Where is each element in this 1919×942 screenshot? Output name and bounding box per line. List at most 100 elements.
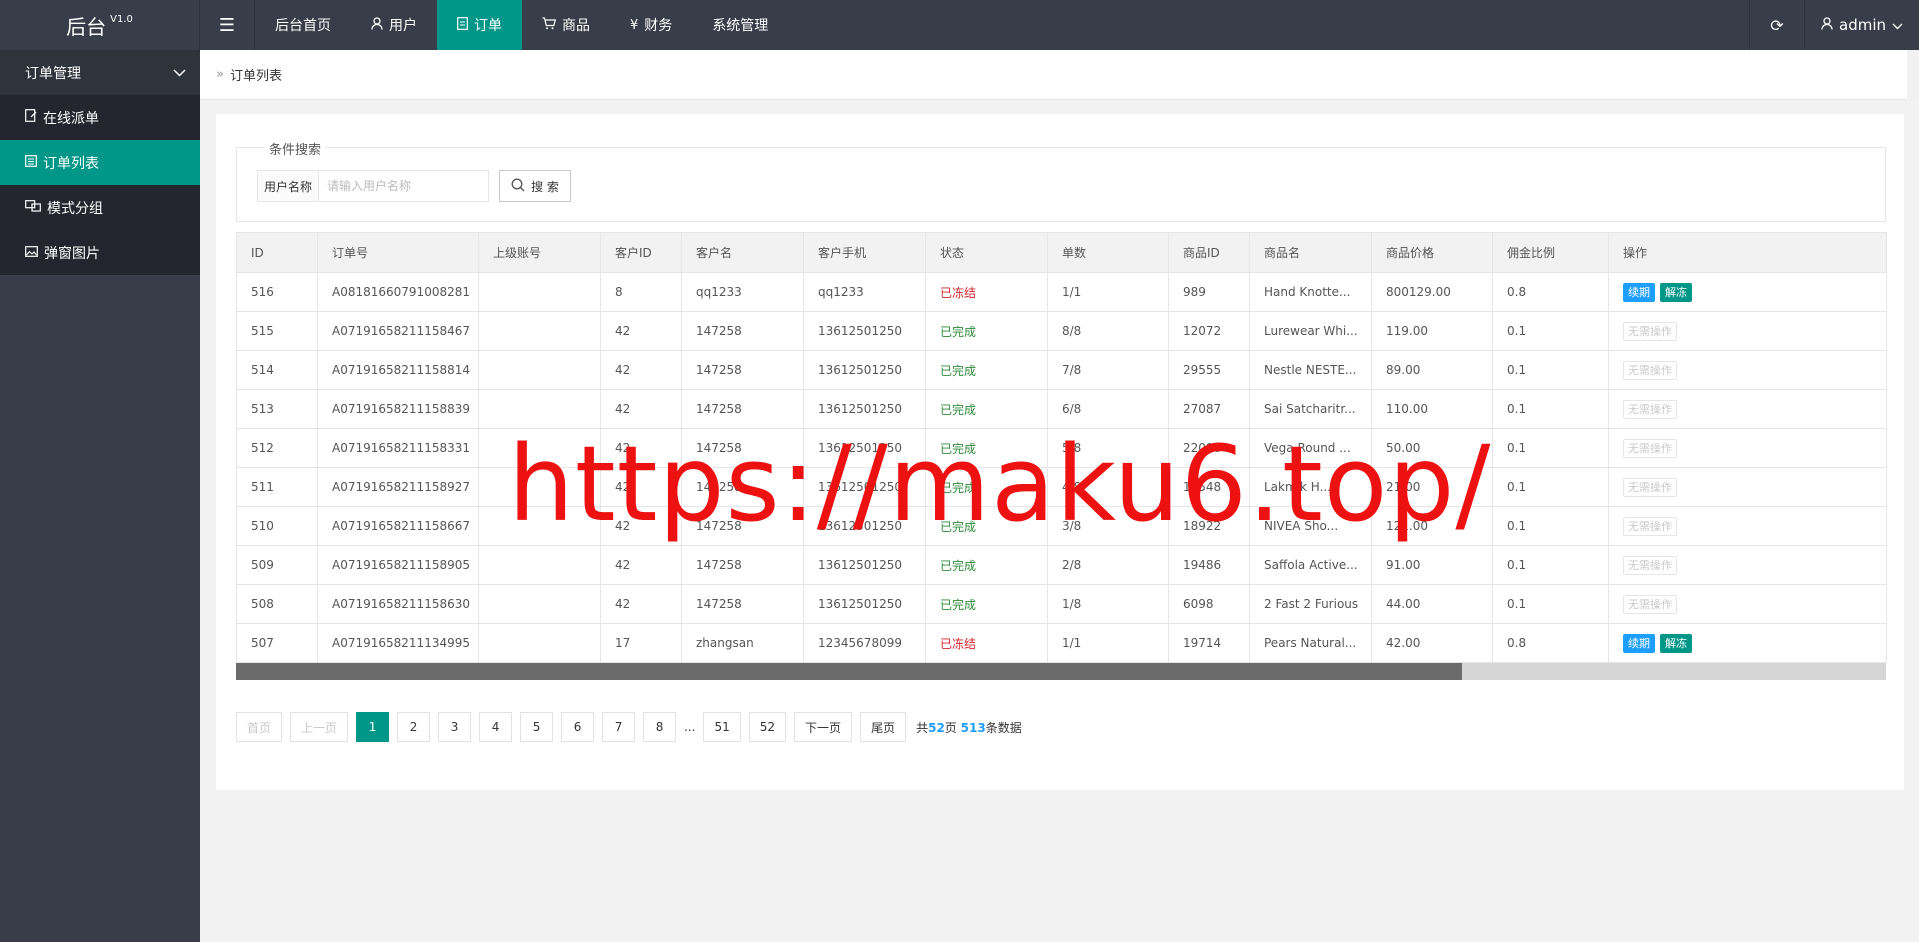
cell-commission: 0.1 — [1492, 311, 1609, 351]
cell-parent — [478, 506, 601, 546]
cell-count: 1/1 — [1047, 272, 1169, 312]
cell-actions: 无需操作 — [1608, 428, 1887, 468]
cell-cust-name: zhangsan — [681, 623, 804, 663]
cell-order-no: A07191658211134995 — [317, 623, 479, 663]
cell-id: 511 — [236, 467, 318, 507]
username-label: 用户名称 — [257, 170, 319, 202]
sidebar-item-popup-image[interactable]: 弹窗图片 — [0, 230, 200, 275]
scrollbar-thumb[interactable] — [236, 663, 1462, 680]
info-pages-suffix: 页 — [944, 720, 957, 735]
first-page-button: 首页 — [236, 712, 283, 742]
nav-item-goods[interactable]: 商品 — [522, 0, 610, 50]
last-page-button[interactable]: 尾页 — [860, 712, 907, 742]
table-row: 509 A07191658211158905 42 147258 13612501250… — [236, 545, 1887, 585]
breadcrumb-separator-icon: » — [216, 67, 224, 82]
page-scrollbar[interactable] — [1907, 50, 1919, 100]
refresh-icon[interactable]: ⟳ — [1749, 0, 1805, 50]
nav-item-orders[interactable]: 订单 — [437, 0, 522, 50]
cell-phone: 13612501250 — [803, 467, 926, 507]
nav-item-users[interactable]: 用户 — [351, 0, 437, 50]
page-button[interactable]: 5 — [520, 712, 554, 742]
list-icon — [25, 154, 37, 171]
cell-id: 507 — [236, 623, 318, 663]
renew-button[interactable]: 续期 — [1623, 633, 1655, 653]
cell-phone: 13612501250 — [803, 506, 926, 546]
breadcrumb-current[interactable]: 订单列表 — [230, 65, 282, 84]
cell-count: 5/8 — [1047, 428, 1169, 468]
next-page-button[interactable]: 下一页 — [794, 712, 853, 742]
cell-status: 已完成 — [925, 389, 1048, 429]
cell-parent — [478, 545, 601, 585]
no-action-button: 无需操作 — [1623, 360, 1677, 380]
table-row: 514 A07191658211158814 42 147258 13612501250… — [236, 350, 1887, 390]
nav-item-system[interactable]: 系统管理 — [692, 0, 788, 50]
table-header-row: ID 订单号 上级账号 客户ID 客户名 客户手机 状态 单数 商品ID 商品名 商品价格 佣金比例操… — [236, 232, 1887, 273]
cell-parent — [478, 584, 601, 624]
user-menu[interactable]: admin — [1805, 0, 1919, 50]
cell-order-no: A07191658211158927 — [317, 467, 479, 507]
cell-id: 508 — [236, 584, 318, 624]
cell-goods-id: 22096 — [1168, 428, 1250, 468]
username-search-input[interactable] — [319, 170, 489, 202]
cell-order-no: A07191658211158331 — [317, 428, 479, 468]
table-body: 516 A08181660791008281 8 qq1233 qq1233 已冻结 1/1… — [236, 272, 1887, 663]
cell-phone: 13612501250 — [803, 311, 926, 351]
cell-price: 44.00 — [1371, 584, 1493, 624]
cell-id: 509 — [236, 545, 318, 585]
page-button[interactable]: 6 — [561, 712, 595, 742]
app-logo[interactable]: 后台 V1.0 — [0, 0, 200, 50]
info-prefix: 共 — [916, 720, 929, 735]
renew-button[interactable]: 续期 — [1623, 282, 1655, 302]
cell-price: 110.00 — [1371, 389, 1493, 429]
nav-item-finance[interactable]: ¥ 财务 — [610, 0, 692, 50]
cell-status: 已完成 — [925, 467, 1048, 507]
cell-parent — [478, 389, 601, 429]
page-button[interactable]: 1 — [356, 712, 390, 742]
page-button[interactable]: 52 — [748, 712, 787, 742]
sidebar-group-orders[interactable]: 订单管理 — [0, 50, 200, 95]
no-action-button: 无需操作 — [1623, 321, 1677, 341]
horizontal-scrollbar[interactable] — [236, 663, 1886, 680]
top-right-tools: ⟳ admin — [1749, 0, 1919, 50]
user-icon — [371, 16, 383, 34]
cell-count: 2/8 — [1047, 545, 1169, 585]
column-header: 上级账号 — [478, 232, 601, 273]
pagination-info: 共52页 513条数据 — [916, 719, 1022, 736]
table-row: 511 A07191658211158927 42 147258 13612501250… — [236, 467, 1887, 507]
cell-goods-id: 19714 — [1168, 623, 1250, 663]
page-button[interactable]: 51 — [703, 712, 741, 742]
no-action-button: 无需操作 — [1623, 555, 1677, 575]
cell-order-no: A07191658211158839 — [317, 389, 479, 429]
cell-order-no: A07191658211158467 — [317, 311, 479, 351]
cell-cust-name: 147258 — [681, 467, 804, 507]
unfreeze-button[interactable]: 解冻 — [1660, 633, 1692, 653]
cell-status: 已完成 — [925, 428, 1048, 468]
unfreeze-button[interactable]: 解冻 — [1660, 282, 1692, 302]
page-button[interactable]: 2 — [397, 712, 431, 742]
username: admin — [1839, 16, 1886, 34]
search-legend: 条件搜索 — [265, 139, 326, 158]
column-header: 操作 — [1608, 232, 1887, 273]
cell-commission: 0.8 — [1492, 623, 1609, 663]
search-button-label: 搜 索 — [531, 179, 559, 194]
page-button[interactable]: 4 — [479, 712, 513, 742]
search-icon — [511, 178, 525, 195]
page-button[interactable]: 3 — [438, 712, 472, 742]
cell-phone: qq1233 — [803, 272, 926, 312]
page-button[interactable]: 7 — [602, 712, 636, 742]
sidebar-item-dispatch[interactable]: 在线派单 — [0, 95, 200, 140]
chevron-down-icon — [1892, 16, 1903, 34]
column-header: 商品价格 — [1371, 232, 1493, 273]
cell-price: 91.00 — [1371, 545, 1493, 585]
sidebar-item-order-list[interactable]: 订单列表 — [0, 140, 200, 185]
cell-price: 89.00 — [1371, 350, 1493, 390]
nav-item-home[interactable]: 后台首页 — [255, 0, 351, 50]
page-button[interactable]: 8 — [643, 712, 677, 742]
hamburger-icon[interactable]: ☰ — [200, 0, 255, 50]
sidebar-item-mode-group[interactable]: 模式分组 — [0, 185, 200, 230]
sidebar: 订单管理 在线派单 订单列表 模式分组 弹窗图片 — [0, 50, 200, 942]
cell-order-no: A07191658211158630 — [317, 584, 479, 624]
cell-parent — [478, 272, 601, 312]
nav-label: 财务 — [644, 18, 673, 34]
search-button[interactable]: 搜 索 — [499, 170, 571, 202]
